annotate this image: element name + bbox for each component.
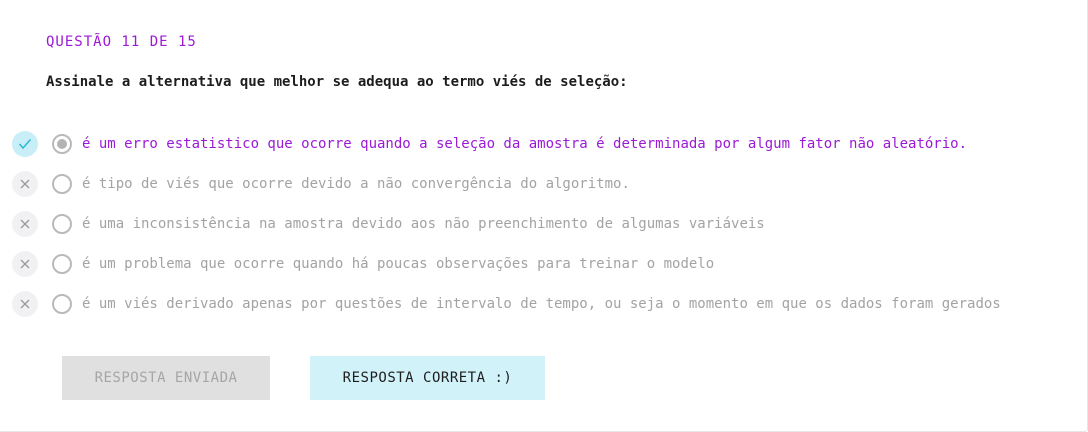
option-text: é uma inconsistência na amostra devido a… xyxy=(82,216,765,232)
option-text: é um viés derivado apenas por questões d… xyxy=(82,296,1001,312)
radio-selected-dot xyxy=(57,139,67,149)
option-text: é um problema que ocorre quando há pouca… xyxy=(82,256,715,272)
option-1[interactable]: é um erro estatistico que ocorre quando … xyxy=(12,124,1072,164)
check-icon xyxy=(12,131,38,157)
question-text: Assinale a alternativa que melhor se ade… xyxy=(46,74,628,90)
options-list: é um erro estatistico que ocorre quando … xyxy=(12,124,1072,324)
question-counter: QUESTÃO 11 DE 15 xyxy=(46,34,197,50)
correct-answer-button[interactable]: RESPOSTA CORRETA :) xyxy=(310,356,545,400)
x-icon xyxy=(12,171,38,197)
answer-sent-button[interactable]: RESPOSTA ENVIADA xyxy=(62,356,270,400)
option-4[interactable]: é um problema que ocorre quando há pouca… xyxy=(12,244,1072,284)
radio-button[interactable] xyxy=(52,174,72,194)
option-2[interactable]: é tipo de viés que ocorre devido a não c… xyxy=(12,164,1072,204)
option-text: é tipo de viés que ocorre devido a não c… xyxy=(82,176,630,192)
question-card: QUESTÃO 11 DE 15 Assinale a alternativa … xyxy=(0,0,1088,432)
radio-button[interactable] xyxy=(52,214,72,234)
radio-button[interactable] xyxy=(52,294,72,314)
option-text: é um erro estatistico que ocorre quando … xyxy=(82,136,968,152)
radio-button[interactable] xyxy=(52,134,72,154)
x-icon xyxy=(12,291,38,317)
option-5[interactable]: é um viés derivado apenas por questões d… xyxy=(12,284,1072,324)
x-icon xyxy=(12,211,38,237)
x-icon xyxy=(12,251,38,277)
radio-button[interactable] xyxy=(52,254,72,274)
option-3[interactable]: é uma inconsistência na amostra devido a… xyxy=(12,204,1072,244)
